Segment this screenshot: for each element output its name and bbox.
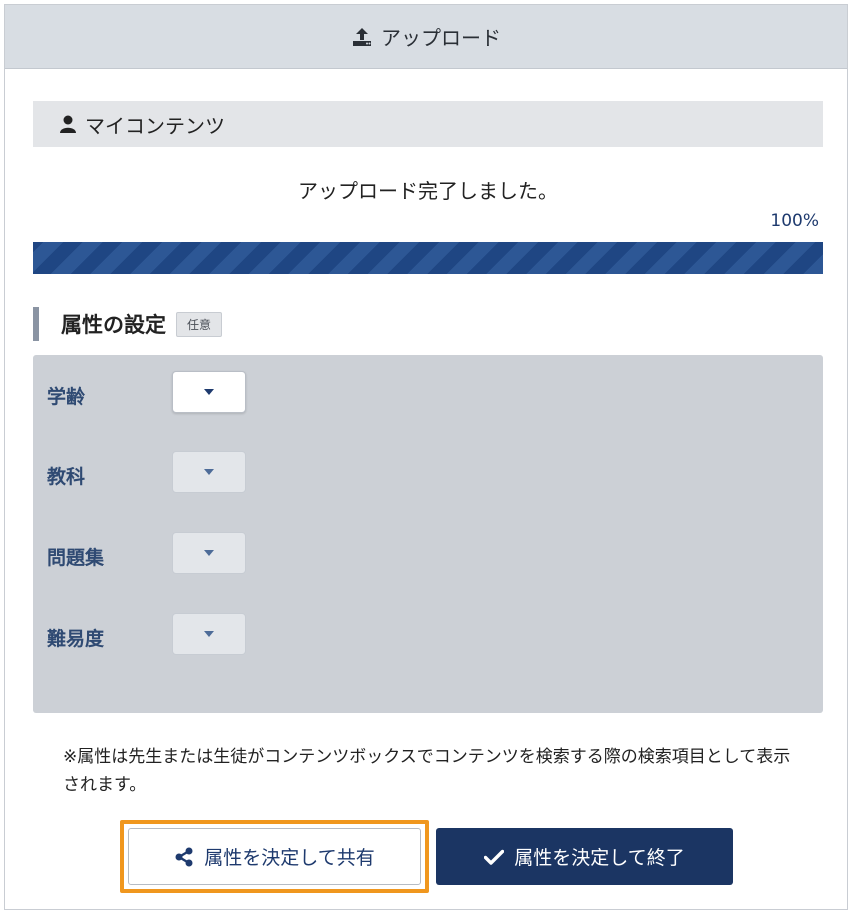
attr-row-grade: 学齢 xyxy=(33,371,823,413)
grade-select[interactable] xyxy=(172,371,246,413)
attr-label: 教科 xyxy=(47,466,86,488)
upload-icon xyxy=(353,27,371,46)
attr-row-workbook: 問題集 xyxy=(33,532,823,574)
attr-label: 学齢 xyxy=(47,386,86,408)
caret-down-icon xyxy=(204,469,214,475)
upload-percent: 100% xyxy=(770,211,819,231)
share-icon xyxy=(175,847,193,866)
subject-select[interactable] xyxy=(172,451,246,493)
check-icon xyxy=(484,849,505,865)
caret-down-icon xyxy=(204,631,214,637)
attr-label: 問題集 xyxy=(47,547,105,569)
dialog-title: アップロード xyxy=(381,26,501,50)
caret-down-icon xyxy=(204,550,214,556)
user-icon xyxy=(60,115,76,133)
attr-row-difficulty: 難易度 xyxy=(33,613,823,655)
difficulty-select[interactable] xyxy=(172,613,246,655)
upload-progress-bar xyxy=(33,242,823,274)
attribute-settings-heading: 属性の設定 任意 xyxy=(33,307,223,341)
my-contents-bar: マイコンテンツ xyxy=(33,101,823,147)
share-button-label: 属性を決定して共有 xyxy=(204,847,375,869)
attr-row-subject: 教科 xyxy=(33,451,823,493)
finish-button-label: 属性を決定して終了 xyxy=(514,847,685,869)
optional-badge: 任意 xyxy=(176,311,223,337)
attribute-note: ※属性は先生または生徒がコンテンツボックスでコンテンツを検索する際の検索項目とし… xyxy=(63,747,791,795)
upload-complete-message: アップロード完了しました。 xyxy=(298,179,558,203)
section-label: マイコンテンツ xyxy=(85,113,225,138)
decide-and-share-button[interactable]: 属性を決定して共有 xyxy=(128,828,421,885)
upload-progress-fill xyxy=(33,242,823,274)
decide-and-finish-button[interactable]: 属性を決定して終了 xyxy=(436,828,733,885)
dialog-header: アップロード xyxy=(5,5,847,69)
caret-down-icon xyxy=(204,389,214,395)
workbook-select[interactable] xyxy=(172,532,246,574)
attribute-settings-title: 属性の設定 xyxy=(61,313,166,337)
attribute-panel: 学齢 教科 問題集 難易度 xyxy=(33,355,823,713)
upload-dialog: アップロード マイコンテンツ アップロード完了しました。 100% 属性の設定 … xyxy=(4,4,848,910)
attr-label: 難易度 xyxy=(47,628,105,650)
